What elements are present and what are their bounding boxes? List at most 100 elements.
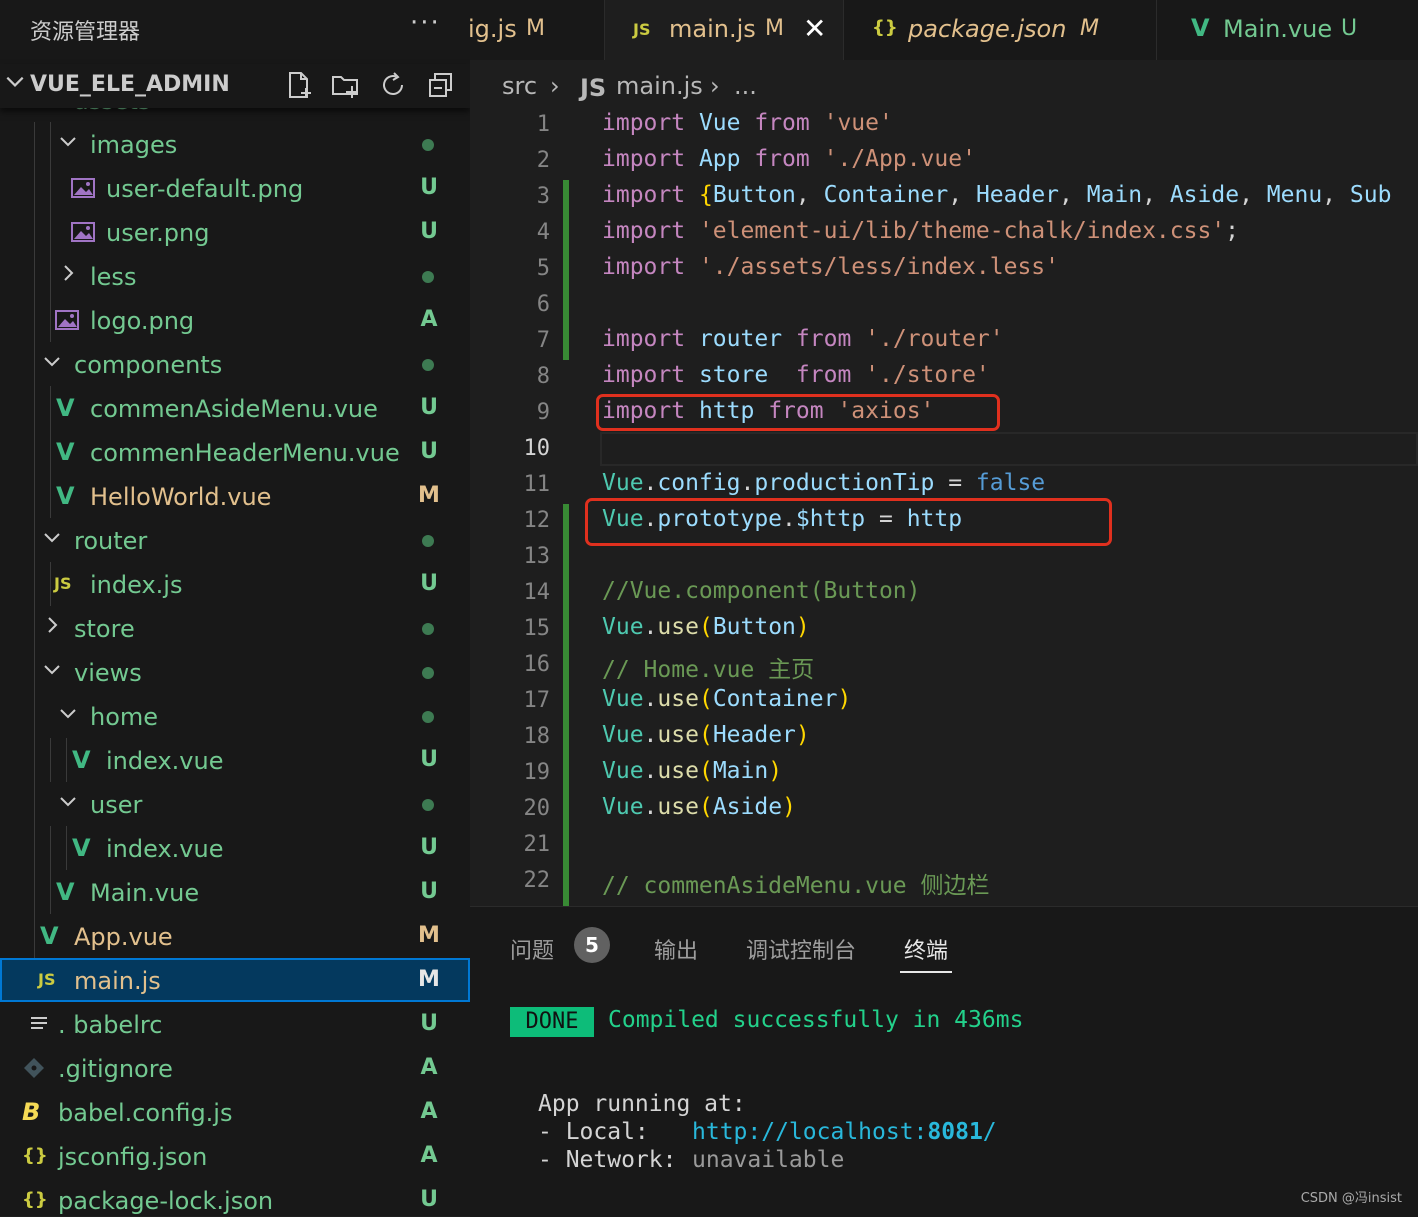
indent-guide [34, 430, 35, 474]
tree-item[interactable]: JS index.js U [0, 562, 470, 606]
chevron-down-icon [44, 665, 60, 675]
tab-main-js[interactable]: JS main.js M ✕ [605, 0, 844, 60]
git-status-badge: M [418, 483, 440, 508]
indent-guide [50, 826, 51, 870]
tree-item[interactable]: Vindex.vue U [0, 738, 470, 782]
refresh-icon[interactable] [378, 70, 408, 100]
breadcrumb-file[interactable]: main.js [616, 72, 703, 100]
code-line: Vue.use(Header) [602, 722, 810, 748]
tab-label: main.js [669, 15, 756, 43]
tree-item[interactable]: user [0, 782, 470, 826]
tab-problems[interactable]: 问题 [510, 933, 554, 965]
line-number: 1 [536, 112, 550, 137]
line-number: 2 [536, 148, 550, 173]
chevron-down-icon [44, 533, 60, 543]
tree-item[interactable]: V Main.vue U [0, 870, 470, 914]
line-number: 18 [523, 724, 551, 749]
js-file-icon: JS [633, 20, 651, 39]
indent-guide [34, 166, 35, 210]
tab-terminal[interactable]: 终端 [904, 933, 948, 965]
tree-item[interactable]: Bbabel.config.js A [0, 1090, 470, 1134]
tree-item[interactable]: logo.png A [0, 298, 470, 342]
indent-guide [34, 562, 35, 606]
code-editor[interactable]: 1 2 3 4 5 6 7 8 9 10 11 12 13 14 15 16 17 18 19 20 21 22 impo… [470, 108, 1418, 906]
terminal-local-label: - Local: [538, 1119, 649, 1145]
vue-file-icon: V [40, 922, 59, 950]
tree-item[interactable]: . babelrc U [0, 1002, 470, 1046]
explorer-more-actions[interactable]: ··· [410, 8, 441, 38]
tree-item-label: babel.config.js [58, 1099, 233, 1127]
tree-item[interactable]: user-default.png U [0, 166, 470, 210]
indent-guide [50, 210, 51, 254]
indent-guide [50, 562, 51, 606]
tree-item[interactable]: {} package-lock.json U [0, 1178, 470, 1216]
tree-item[interactable]: V App.vue M [0, 914, 470, 958]
line-number: 6 [536, 292, 550, 317]
tab-debug-console[interactable]: 调试控制台 [746, 933, 856, 965]
vue-file-icon: V [72, 834, 91, 862]
current-line-highlight [600, 432, 1418, 466]
tree-item[interactable]: JS main.js M [0, 958, 470, 1002]
tree-item[interactable]: {} jsconfig.json A [0, 1134, 470, 1178]
indent-guide [34, 386, 35, 430]
terminal-local-url[interactable]: http://localhost:8081/ [692, 1119, 997, 1145]
tree-item[interactable]: store [0, 606, 470, 650]
line-number: 15 [523, 616, 551, 641]
code-line: import store from './store' [602, 362, 990, 388]
breadcrumb-more[interactable]: ... [734, 72, 757, 100]
tree-item[interactable]: V HelloWorld.vue M [0, 474, 470, 518]
indent-guide [34, 738, 35, 782]
folder-changes-dot [422, 667, 434, 679]
problems-count-badge: 5 [574, 927, 610, 963]
tab-package-json[interactable]: {} package.json M [844, 0, 1157, 60]
tree-item-label: index.js [90, 571, 183, 599]
git-gutter-added [563, 180, 569, 360]
vue-file-icon: V [56, 482, 75, 510]
close-icon[interactable]: ✕ [803, 12, 826, 45]
indent-guide [34, 518, 35, 562]
tree-item[interactable]: user.png U [0, 210, 470, 254]
project-header[interactable]: VUE_ELE_ADMIN [0, 64, 470, 108]
folder-changes-dot [422, 271, 434, 283]
tree-item-label: index.vue [106, 747, 224, 775]
folder-changes-dot [422, 799, 434, 811]
tree-item[interactable]: .gitignore A [0, 1046, 470, 1090]
highlight-box-import-http [596, 394, 1000, 431]
tab-output[interactable]: 输出 [654, 933, 698, 965]
tree-item[interactable]: home [0, 694, 470, 738]
tree-item-label: store [74, 615, 135, 643]
chevron-right-icon: › [550, 72, 560, 100]
tree-item[interactable]: views [0, 650, 470, 694]
line-number: 19 [523, 760, 551, 785]
image-file-icon [70, 220, 96, 244]
collapse-all-icon[interactable] [426, 70, 456, 100]
folder-changes-dot [422, 623, 434, 635]
tree-item[interactable]: VcommenAsideMenu.vue U [0, 386, 470, 430]
new-file-icon[interactable] [284, 70, 314, 100]
tree-item-label: components [74, 351, 223, 379]
tree-item[interactable]: router [0, 518, 470, 562]
tree-item[interactable]: images [0, 122, 470, 166]
tree-item[interactable]: VcommenHeaderMenu.vue U [0, 430, 470, 474]
config-file-icon [28, 1012, 54, 1036]
chevron-down-icon [60, 137, 76, 147]
tab-main-vue[interactable]: V Main.vue U [1157, 0, 1418, 60]
tab-config-js[interactable]: ig.js M [470, 0, 605, 60]
indent-guide [50, 386, 51, 430]
indent-guide [34, 122, 35, 166]
git-status-badge: U [420, 571, 438, 596]
new-folder-icon[interactable] [330, 70, 360, 100]
tree-item[interactable]: Vindex.vue U [0, 826, 470, 870]
project-name: VUE_ELE_ADMIN [30, 72, 230, 97]
tree-item[interactable]: less [0, 254, 470, 298]
code-line: import 'element-ui/lib/theme-chalk/index… [602, 218, 1240, 244]
vue-file-icon: V [56, 878, 75, 906]
tree-item[interactable]: components [0, 342, 470, 386]
code-line: Vue.use(Main) [602, 758, 783, 784]
json-file-icon: {} [22, 1189, 48, 1210]
chevron-down-icon [6, 76, 24, 87]
local-url-prefix: http://localhost: [692, 1119, 928, 1145]
line-number: 12 [523, 508, 551, 533]
line-number: 16 [523, 652, 551, 677]
breadcrumb-folder[interactable]: src [502, 72, 537, 100]
